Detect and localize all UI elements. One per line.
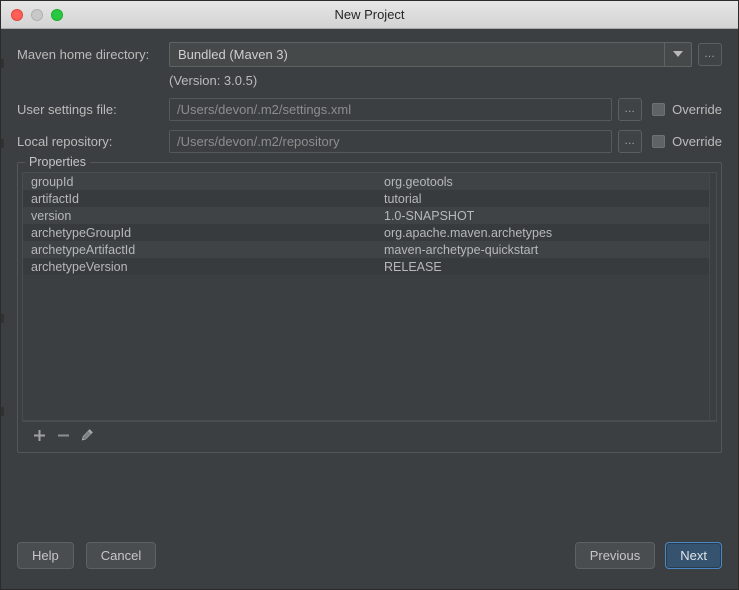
maven-home-row: Maven home directory: Bundled (Maven 3) …	[17, 41, 722, 67]
user-settings-override-checkbox[interactable]	[652, 102, 666, 116]
remove-property-button[interactable]	[52, 425, 74, 445]
property-key: artifactId	[31, 191, 79, 206]
previous-button[interactable]: Previous	[574, 541, 656, 569]
table-row[interactable]: archetypeGroupId org.apache.maven.archety…	[23, 224, 709, 241]
table-row[interactable]: groupId org.geotools	[23, 173, 709, 190]
property-key: version	[31, 208, 72, 223]
title-bar: New Project	[1, 1, 738, 29]
local-repository-override-label: Override	[672, 133, 722, 149]
maven-version-note: (Version: 3.0.5)	[169, 73, 258, 88]
user-settings-input[interactable]: /Users/devon/.m2/settings.xml	[169, 97, 613, 121]
local-repository-label: Local repository:	[17, 133, 113, 149]
user-settings-row: User settings file: /Users/devon/.m2/set…	[17, 96, 722, 122]
maven-home-label: Maven home directory:	[17, 46, 150, 62]
property-value: maven-archetype-quickstart	[384, 242, 539, 257]
window-title: New Project	[334, 7, 405, 22]
properties-group: Properties groupId org.geotools artifactId…	[17, 155, 722, 453]
chevron-down-icon[interactable]	[664, 42, 691, 66]
properties-table-scrollbar[interactable]	[709, 173, 716, 420]
property-value: org.apache.maven.archetypes	[384, 225, 553, 240]
maven-home-value: Bundled (Maven 3)	[178, 46, 288, 62]
local-repository-row: Local repository: /Users/devon/.m2/repos…	[17, 128, 722, 154]
properties-table[interactable]: groupId org.geotools artifactId tutorial ver…	[23, 173, 709, 420]
dialog-content: Maven home directory: Bundled (Maven 3) …	[1, 29, 738, 589]
local-repository-override[interactable]: Override	[652, 134, 722, 149]
resize-handle-top[interactable]	[1, 59, 4, 68]
footer-left-buttons: Help Cancel	[17, 541, 157, 569]
local-repository-input[interactable]: /Users/devon/.m2/repository	[169, 129, 613, 153]
minimize-button[interactable]	[31, 8, 43, 21]
properties-toolbar	[22, 421, 717, 448]
resize-handle-lower[interactable]	[1, 407, 4, 416]
window-controls	[1, 8, 63, 21]
property-key: groupId	[31, 174, 74, 189]
local-repository-browse-button[interactable]: …	[618, 129, 643, 153]
property-key: archetypeVersion	[31, 259, 128, 274]
close-button[interactable]	[11, 8, 23, 21]
cancel-button[interactable]: Cancel	[85, 541, 157, 569]
user-settings-label: User settings file:	[17, 101, 117, 117]
table-row[interactable]: archetypeVersion RELEASE	[23, 258, 709, 275]
edit-property-button[interactable]	[76, 425, 98, 445]
user-settings-override[interactable]: Override	[652, 102, 722, 117]
property-value: 1.0-SNAPSHOT	[384, 208, 475, 223]
resize-handle-middle[interactable]	[1, 314, 4, 323]
property-key: archetypeArtifactId	[31, 242, 136, 257]
next-button[interactable]: Next	[665, 541, 722, 569]
table-row[interactable]: version 1.0-SNAPSHOT	[23, 207, 709, 224]
property-value: RELEASE	[384, 259, 442, 274]
help-button[interactable]: Help	[17, 541, 74, 569]
maven-settings-form: Maven home directory: Bundled (Maven 3) …	[1, 29, 738, 154]
zoom-button[interactable]	[51, 8, 63, 21]
properties-title: Properties	[25, 155, 90, 169]
property-value: org.geotools	[384, 174, 453, 189]
resize-handle-upper[interactable]	[1, 139, 4, 148]
add-property-button[interactable]	[28, 425, 50, 445]
maven-home-browse-button[interactable]: …	[698, 42, 722, 66]
table-row[interactable]: artifactId tutorial	[23, 190, 709, 207]
property-value: tutorial	[384, 191, 422, 206]
dialog-footer: Help Cancel Previous Next	[1, 520, 738, 589]
properties-table-wrapper: groupId org.geotools artifactId tutorial ver…	[22, 172, 717, 421]
property-key: archetypeGroupId	[31, 225, 132, 240]
maven-home-combobox[interactable]: Bundled (Maven 3)	[169, 41, 692, 67]
footer-right-buttons: Previous Next	[574, 541, 722, 569]
local-repository-override-checkbox[interactable]	[652, 134, 666, 148]
new-project-dialog: New Project Maven home directory: Bundle…	[0, 0, 739, 590]
table-row[interactable]: archetypeArtifactId maven-archetype-quick…	[23, 241, 709, 258]
user-settings-browse-button[interactable]: …	[618, 97, 643, 121]
user-settings-override-label: Override	[672, 101, 722, 117]
